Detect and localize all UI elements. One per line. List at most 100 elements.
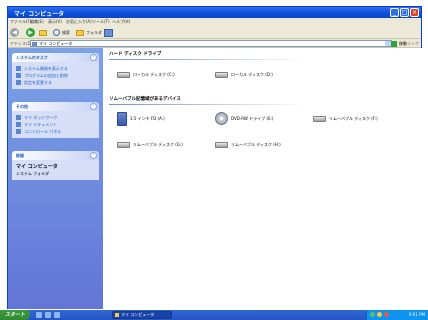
task-label: 設定を変更する [24,79,52,85]
go-button[interactable]: 移動 [391,40,407,47]
group-divider [109,59,309,60]
up-folder-icon [39,29,47,36]
views-icon [104,28,113,37]
collapse-chevron-icon[interactable]: ˄ [90,152,97,159]
quicklaunch-browser-icon[interactable] [36,312,42,318]
drive-label: ローカル ディスク (C:) [133,72,175,77]
links-label[interactable]: リンク [407,41,419,47]
collapse-chevron-icon[interactable]: ˄ [90,103,97,110]
quicklaunch-media-icon[interactable] [45,312,51,318]
close-button[interactable]: × [410,8,419,17]
hdd-group-title: ハード ディスク ドライブ [109,52,162,57]
task-change-setting[interactable]: 設定を変更する [16,79,95,86]
other-places-title: その他 [16,104,28,109]
drive-f[interactable]: リムーバブル ディスク (F:) [313,116,378,122]
details-title: 詳細 [16,153,24,158]
details-header[interactable]: 詳細 ˄ [12,151,99,160]
other-places-panel: その他 ˄ マイ ネットワーク マイ ドキュメント コントロール パネル [12,102,99,138]
removable-disk-icon [117,142,130,148]
dvd-drive-icon [215,112,228,125]
menu-favorites[interactable]: お気に入り(A) [66,19,92,25]
system-tasks-header[interactable]: システムのタスク ˄ [12,53,99,62]
menu-edit[interactable]: 編集(E) [30,19,44,25]
place-my-network[interactable]: マイ ネットワーク [16,114,95,121]
views-button[interactable] [104,28,113,37]
security-tray-icon[interactable] [384,312,389,317]
other-places-header[interactable]: その他 ˄ [12,102,99,111]
computer-icon [32,42,37,46]
drive-g[interactable]: リムーバブル ディスク (G:) [117,142,183,148]
drive-label: DVD-RW ドライブ (E:) [231,115,274,121]
system-tray: 9:01 PM [366,310,428,320]
quicklaunch-desktop-icon[interactable] [54,312,60,318]
drive-c[interactable]: ローカル ディスク (C:) [117,72,175,78]
taskbar-window-button[interactable]: マイ コンピュータ [112,311,172,319]
removable-disk-icon [215,142,228,148]
explorer-window: マイ コンピュータ _ □ × ファイル(F) 編集(E) 表示(V) お気に入… [7,6,422,309]
control-panel-icon [16,129,21,134]
collapse-chevron-icon[interactable]: ˄ [90,54,97,61]
search-button[interactable]: 検索 [53,28,70,37]
hard-disk-icon [215,72,228,78]
volume-tray-icon[interactable] [377,312,382,317]
window-title: マイ コンピュータ [14,11,65,18]
hard-disk-icon [117,72,130,78]
menu-file[interactable]: ファイル(F) [10,19,31,25]
go-arrow-icon [391,40,397,47]
place-label: コントロール パネル [24,128,62,134]
drive-label: リムーバブル ディスク (F:) [329,116,378,121]
clock[interactable]: 9:01 PM [409,312,425,317]
drive-label: 3.5 インチ FD (A:) [130,116,165,121]
search-icon [53,29,60,36]
go-label: 移動 [399,40,407,46]
address-value: マイ コンピュータ [39,41,73,46]
address-label: アドレス(D) [10,41,33,46]
start-button[interactable]: スタート [0,310,30,320]
address-input[interactable]: マイ コンピュータ [30,40,392,47]
task-pane: システムのタスク ˄ システム情報を表示する プログラムの追加と削除 設定を変更… [8,48,103,309]
removable-group-title: リムーバブル記憶域があるデバイス [109,97,181,102]
other-places-body: マイ ネットワーク マイ ドキュメント コントロール パネル [12,111,99,138]
network-tray-icon[interactable] [370,312,375,317]
title-bar[interactable]: マイ コンピュータ _ □ × [8,7,421,18]
maximize-button[interactable]: □ [400,8,409,17]
programs-icon [16,73,21,78]
task-label: プログラムの追加と削除 [24,72,68,78]
up-folder-button[interactable] [39,28,47,37]
drive-label: リムーバブル ディスク (H:) [231,142,281,147]
forward-button[interactable]: ▶ [26,28,35,37]
floppy-disk-icon [117,112,127,126]
drive-d[interactable]: ローカル ディスク (D:) [215,72,273,78]
minimize-button[interactable]: _ [390,8,399,17]
place-my-documents[interactable]: マイ ドキュメント [16,121,95,128]
folders-button[interactable]: フォルダ [76,28,102,37]
task-add-remove-programs[interactable]: プログラムの追加と削除 [16,72,95,79]
folders-label: フォルダ [86,29,102,35]
drive-label: リムーバブル ディスク (G:) [133,142,183,147]
back-button[interactable]: ◀ [10,28,21,37]
drive-e[interactable]: DVD-RW ドライブ (E:) [215,112,273,125]
content-area: ハード ディスク ドライブ ローカル ディスク (C:) ローカル ディスク (… [103,48,422,309]
address-bar: アドレス(D) マイ コンピュータ 移動 リンク [8,39,421,48]
search-label: 検索 [62,29,70,35]
task-label: システム情報を表示する [24,65,68,71]
group-divider [109,104,309,105]
details-type: システム フォルダ [16,171,50,176]
forward-arrow-icon: ▶ [26,28,35,37]
menu-help[interactable]: ヘルプ(H) [112,19,130,25]
documents-icon [16,122,21,127]
network-icon [16,115,21,120]
menu-tools[interactable]: ツール(T) [92,19,110,25]
system-tasks-title: システムのタスク [16,55,48,60]
back-arrow-icon: ◀ [10,28,19,37]
drive-h[interactable]: リムーバブル ディスク (H:) [215,142,281,148]
toolbar: ◀ ▶ 検索 フォルダ [8,26,421,39]
drive-a[interactable]: 3.5 インチ FD (A:) [117,112,165,126]
place-control-panel[interactable]: コントロール パネル [16,128,95,135]
place-label: マイ ネットワーク [24,114,58,120]
task-view-system-info[interactable]: システム情報を表示する [16,65,95,72]
menu-bar: ファイル(F) 編集(E) 表示(V) お気に入り(A) ツール(T) ヘルプ(… [8,18,421,26]
folders-icon [76,29,84,36]
menu-view[interactable]: 表示(V) [48,19,62,25]
drive-label: ローカル ディスク (D:) [231,72,273,77]
